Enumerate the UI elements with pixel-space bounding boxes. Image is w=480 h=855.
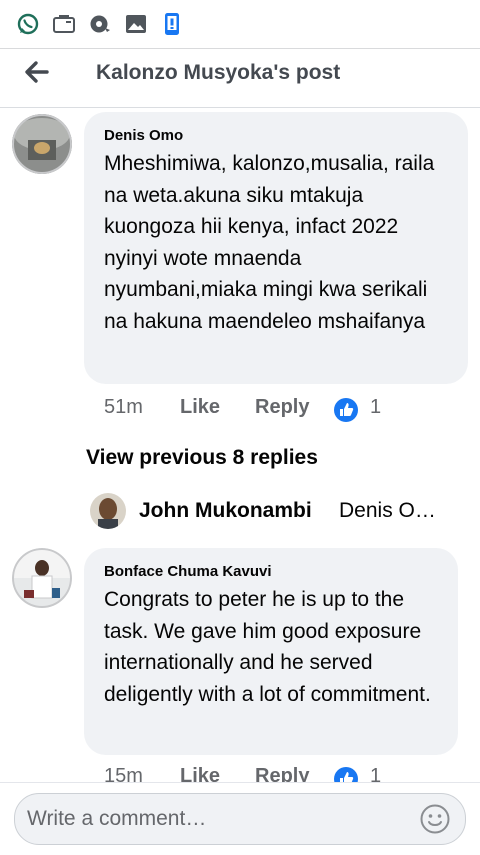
- comment-composer-bar: [0, 782, 480, 855]
- reply-preview[interactable]: John Mukonambi Denis O…: [90, 493, 460, 529]
- avatar[interactable]: [12, 548, 72, 608]
- page-title: Kalonzo Musyoka's post: [96, 61, 341, 84]
- comment-text: Congrats to peter he is up to the task. …: [104, 588, 431, 706]
- reply-author: John Mukonambi: [139, 499, 312, 522]
- phone-icon: [165, 13, 179, 35]
- comment-text: Mheshimiwa, kalonzo,musalia, raila na we…: [104, 152, 435, 333]
- emoji-icon[interactable]: [419, 803, 451, 835]
- view-previous-replies-link[interactable]: View previous 8 replies: [86, 446, 318, 470]
- comment-composer[interactable]: [14, 793, 466, 845]
- post-header: Kalonzo Musyoka's post: [0, 49, 480, 108]
- comment-author[interactable]: Denis Omo: [104, 127, 183, 144]
- avatar[interactable]: [90, 493, 126, 529]
- like-button[interactable]: Like: [180, 396, 220, 419]
- whatsapp-icon: [17, 13, 39, 35]
- thumbs-up-icon[interactable]: [334, 398, 358, 422]
- avatar[interactable]: [12, 114, 72, 174]
- update-icon: [90, 15, 110, 33]
- gallery-icon: [126, 15, 146, 33]
- status-bar: [0, 0, 480, 48]
- briefcase-icon: [53, 15, 75, 33]
- comment-input[interactable]: [25, 806, 409, 832]
- reply-snippet: Denis O…: [339, 499, 436, 522]
- comment-time: 51m: [104, 396, 143, 418]
- comment-author[interactable]: Bonface Chuma Kavuvi: [104, 563, 272, 580]
- reaction-count: 1: [370, 396, 382, 418]
- comment-actions: 51m Like Reply 1: [104, 396, 404, 426]
- reply-button[interactable]: Reply: [255, 396, 309, 419]
- arrow-left-icon[interactable]: [20, 55, 54, 89]
